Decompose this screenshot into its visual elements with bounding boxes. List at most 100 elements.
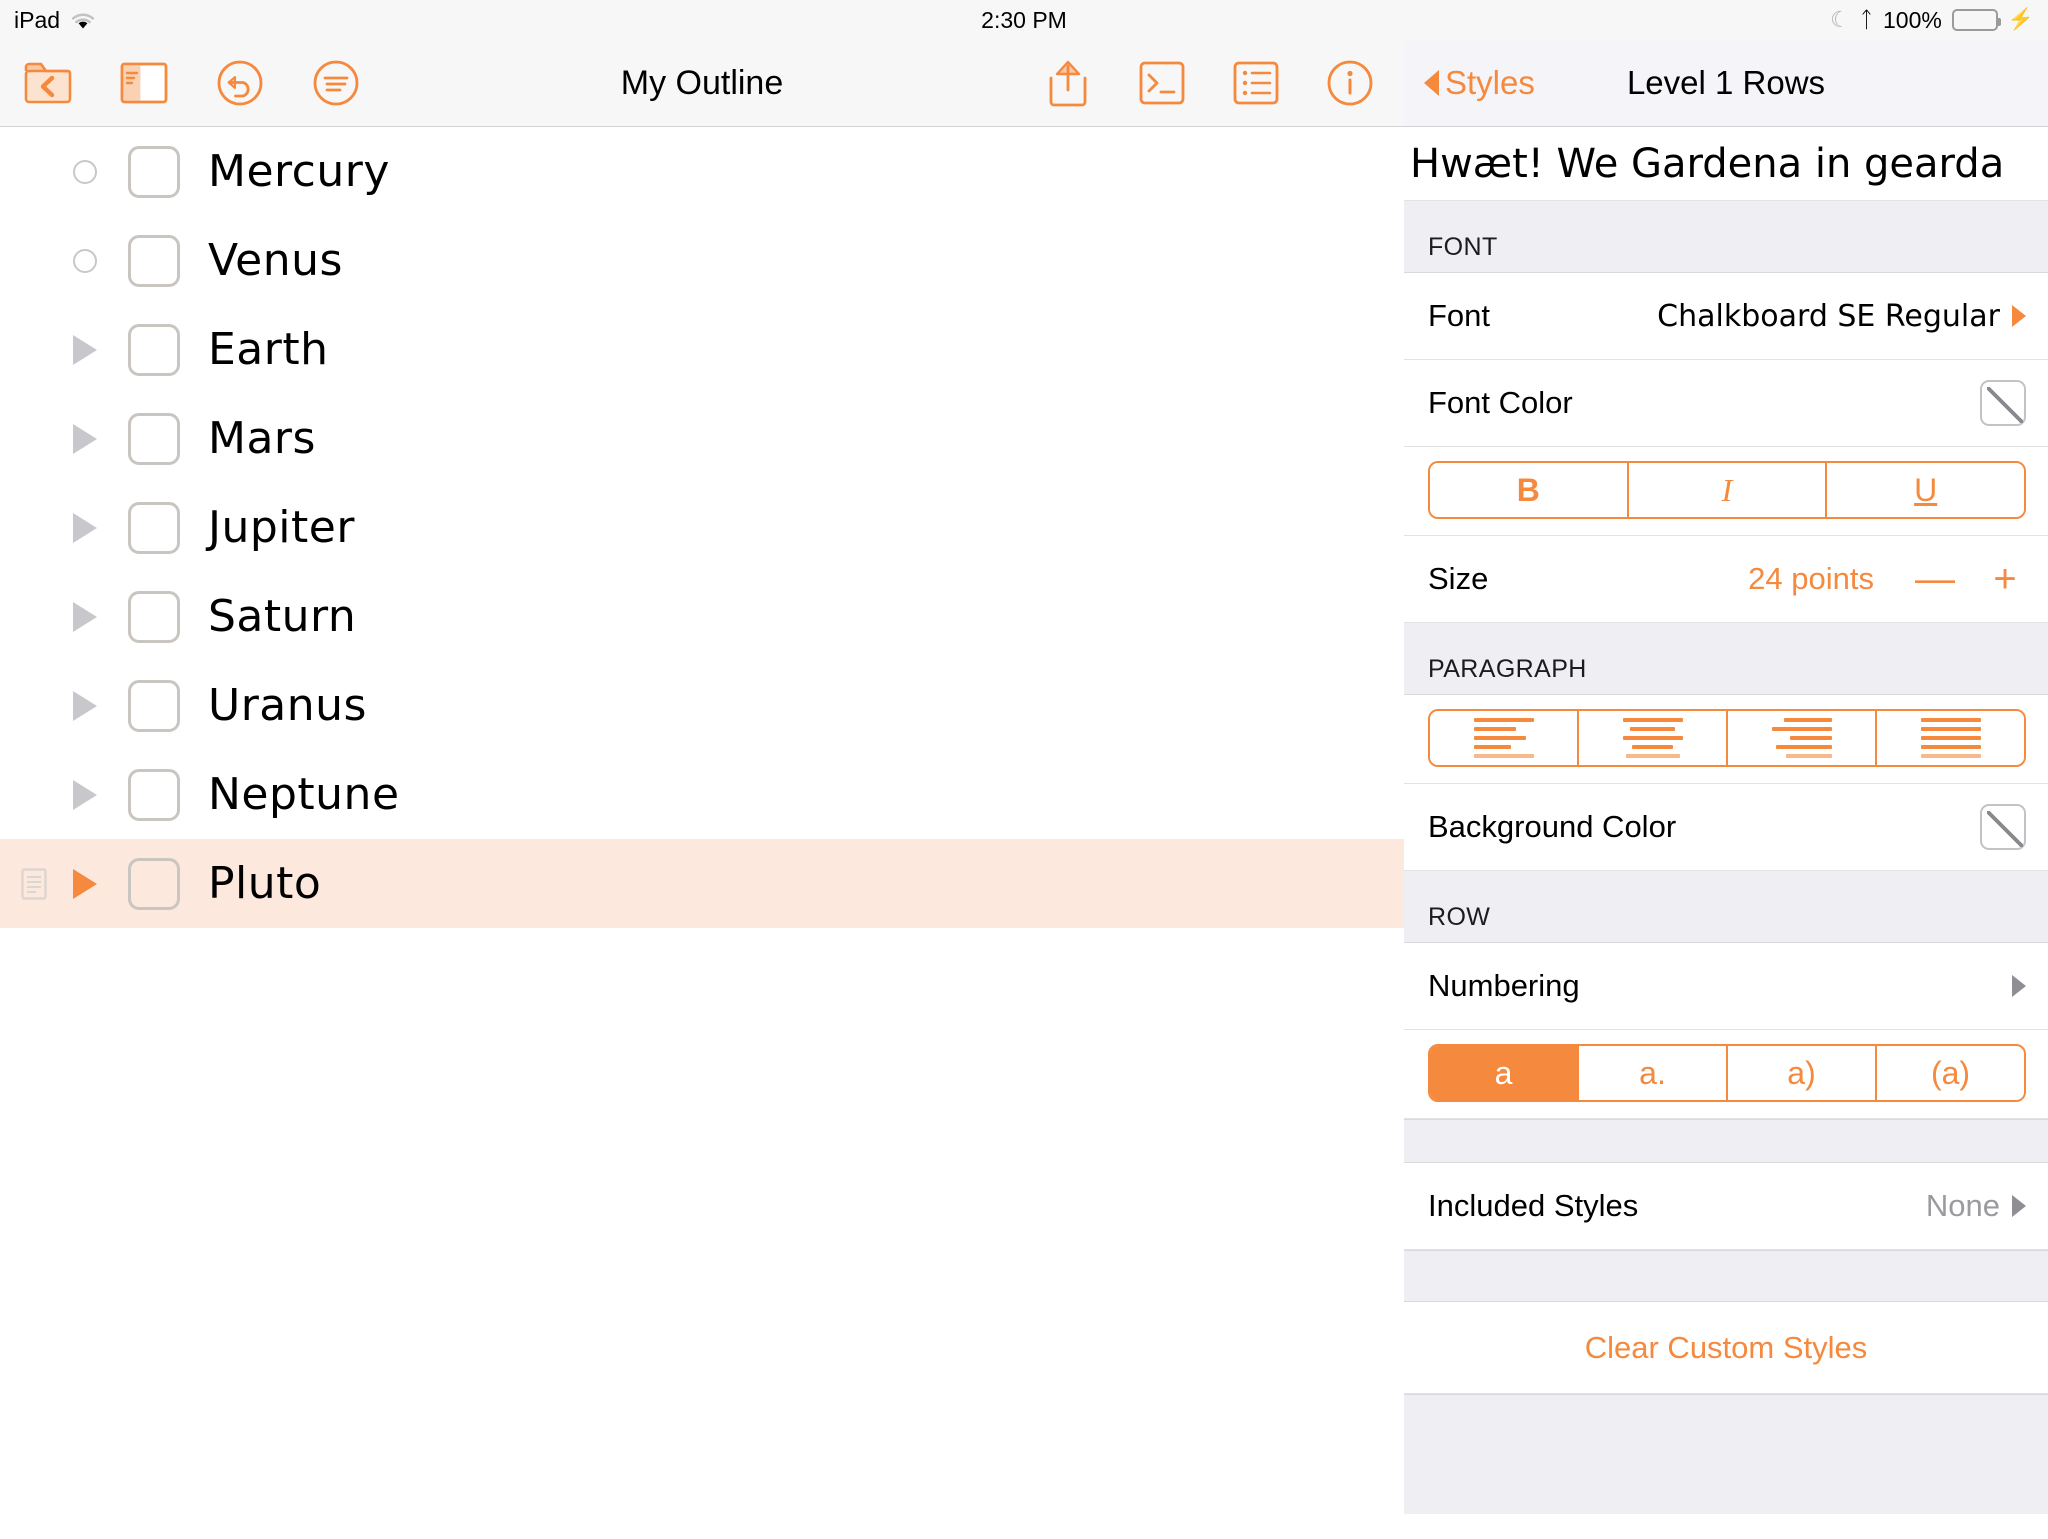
- background-color-swatch[interactable]: [1980, 804, 2026, 850]
- background-color-label: Background Color: [1428, 809, 1676, 845]
- numbering-format-a-parens[interactable]: (a): [1877, 1046, 2024, 1100]
- bold-button[interactable]: B: [1430, 463, 1629, 517]
- row-bullet-circle-icon[interactable]: [54, 249, 116, 273]
- outline-row[interactable]: Mars: [0, 394, 1404, 483]
- font-color-label: Font Color: [1428, 385, 1573, 421]
- outline-row[interactable]: Saturn: [0, 572, 1404, 661]
- styles-inspector-pane: Styles Level 1 Rows Hwæt! We Gardena in …: [1404, 0, 2048, 1539]
- terminal-prompt-icon[interactable]: [1136, 57, 1188, 109]
- outline-row[interactable]: Uranus: [0, 661, 1404, 750]
- row-label[interactable]: Jupiter: [208, 502, 355, 553]
- row-label[interactable]: Mercury: [208, 146, 390, 197]
- font-value-group: Chalkboard SE Regular: [1657, 299, 2026, 334]
- included-styles-row[interactable]: Included Styles None: [1404, 1163, 2048, 1250]
- font-section-header: FONT: [1404, 201, 2048, 273]
- row-label[interactable]: Mars: [208, 413, 316, 464]
- disclosure-triangle-icon[interactable]: [54, 869, 116, 899]
- numbering-format-segmented-wrap: a a. a) (a): [1404, 1030, 2048, 1119]
- row-checkbox[interactable]: [128, 324, 180, 376]
- outline-row[interactable]: Venus: [0, 216, 1404, 305]
- outline-row[interactable]: Pluto: [0, 839, 1404, 928]
- chevron-right-icon: [2012, 305, 2026, 327]
- disclosure-triangle-icon[interactable]: [54, 335, 116, 365]
- section-spacer: [1404, 1119, 2048, 1163]
- numbering-format-a-paren[interactable]: a): [1728, 1046, 1877, 1100]
- status-bar-right: ☾ ᛏ 100% ⚡: [1830, 7, 2034, 34]
- font-label: Font: [1428, 298, 1490, 334]
- outline-row[interactable]: Neptune: [0, 750, 1404, 839]
- size-controls: 24 points — +: [1748, 559, 2026, 599]
- status-bar-clock: 2:30 PM: [0, 7, 2048, 34]
- disclosure-triangle-icon[interactable]: [54, 513, 116, 543]
- outline-row[interactable]: Mercury: [0, 127, 1404, 216]
- chevron-right-icon: [2012, 975, 2026, 997]
- row-label[interactable]: Venus: [208, 235, 343, 286]
- paragraph-section-header: PARAGRAPH: [1404, 623, 2048, 695]
- numbering-format-a[interactable]: a: [1430, 1046, 1579, 1100]
- disclosure-triangle-icon[interactable]: [54, 780, 116, 810]
- numbering-format-a-period[interactable]: a.: [1579, 1046, 1728, 1100]
- row-checkbox[interactable]: [128, 858, 180, 910]
- status-bar: iPad 2:30 PM ☾ ᛏ 100% ⚡: [0, 0, 2048, 40]
- list-rows-icon[interactable]: [1230, 57, 1282, 109]
- row-label[interactable]: Earth: [208, 324, 329, 375]
- clear-custom-styles-row[interactable]: Clear Custom Styles: [1404, 1302, 2048, 1394]
- numbering-row[interactable]: Numbering: [1404, 943, 2048, 1030]
- font-color-swatch[interactable]: [1980, 380, 2026, 426]
- text-style-segmented-control: B I U: [1428, 461, 2026, 519]
- disclosure-triangle-icon[interactable]: [54, 602, 116, 632]
- row-checkbox[interactable]: [128, 413, 180, 465]
- align-center-button[interactable]: [1579, 711, 1728, 765]
- styles-nav-bar: Styles Level 1 Rows: [1404, 40, 2048, 127]
- alignment-segmented-control: [1428, 709, 2026, 767]
- style-preview-text: Hwæt! We Gardena in gearda: [1410, 141, 2004, 187]
- do-not-disturb-moon-icon: ☾: [1830, 9, 1850, 31]
- numbering-label: Numbering: [1428, 968, 1580, 1004]
- document-toolbar: My Outline: [0, 40, 1404, 127]
- size-stepper: — +: [1914, 559, 2026, 599]
- align-justify-button[interactable]: [1877, 711, 2024, 765]
- align-left-icon: [1474, 718, 1534, 758]
- row-section-header: ROW: [1404, 871, 2048, 943]
- size-value: 24 points: [1748, 561, 1874, 597]
- ipad-screen: iPad 2:30 PM ☾ ᛏ 100% ⚡: [0, 0, 2048, 1539]
- bluetooth-icon: ᛏ: [1860, 9, 1873, 31]
- row-checkbox[interactable]: [128, 502, 180, 554]
- row-bullet-circle-icon[interactable]: [54, 160, 116, 184]
- align-left-button[interactable]: [1430, 711, 1579, 765]
- row-checkbox[interactable]: [128, 235, 180, 287]
- size-decrement-button[interactable]: —: [1914, 559, 1956, 599]
- info-circle-icon[interactable]: [1324, 57, 1376, 109]
- underline-button[interactable]: U: [1827, 463, 2024, 517]
- included-styles-value: None: [1926, 1188, 2000, 1224]
- font-size-row: Size 24 points — +: [1404, 536, 2048, 623]
- size-increment-button[interactable]: +: [1984, 559, 2026, 599]
- styles-back-label: Styles: [1445, 64, 1535, 102]
- font-color-row[interactable]: Font Color: [1404, 360, 2048, 447]
- chevron-left-icon: [1424, 70, 1439, 96]
- row-label[interactable]: Uranus: [208, 680, 367, 731]
- row-label[interactable]: Saturn: [208, 591, 356, 642]
- row-checkbox[interactable]: [128, 146, 180, 198]
- row-checkbox[interactable]: [128, 680, 180, 732]
- included-styles-value-group: None: [1926, 1188, 2026, 1224]
- styles-panel-body: Hwæt! We Gardena in gearda FONT Font Cha…: [1404, 127, 2048, 1539]
- outline-row[interactable]: Jupiter: [0, 483, 1404, 572]
- outline-row[interactable]: Earth: [0, 305, 1404, 394]
- row-checkbox[interactable]: [128, 769, 180, 821]
- share-up-arrow-icon[interactable]: [1042, 57, 1094, 109]
- note-indicator-icon[interactable]: [14, 868, 54, 900]
- disclosure-triangle-icon[interactable]: [54, 691, 116, 721]
- font-row[interactable]: Font Chalkboard SE Regular: [1404, 273, 2048, 360]
- included-styles-label: Included Styles: [1428, 1188, 1638, 1224]
- row-label[interactable]: Pluto: [208, 858, 321, 909]
- row-label[interactable]: Neptune: [208, 769, 400, 820]
- italic-button[interactable]: I: [1629, 463, 1828, 517]
- align-right-icon: [1772, 718, 1832, 758]
- styles-back-button[interactable]: Styles: [1424, 64, 1535, 102]
- row-checkbox[interactable]: [128, 591, 180, 643]
- align-right-button[interactable]: [1728, 711, 1877, 765]
- disclosure-triangle-icon[interactable]: [54, 424, 116, 454]
- background-color-row[interactable]: Background Color: [1404, 784, 2048, 871]
- text-style-segmented-wrap: B I U: [1404, 447, 2048, 536]
